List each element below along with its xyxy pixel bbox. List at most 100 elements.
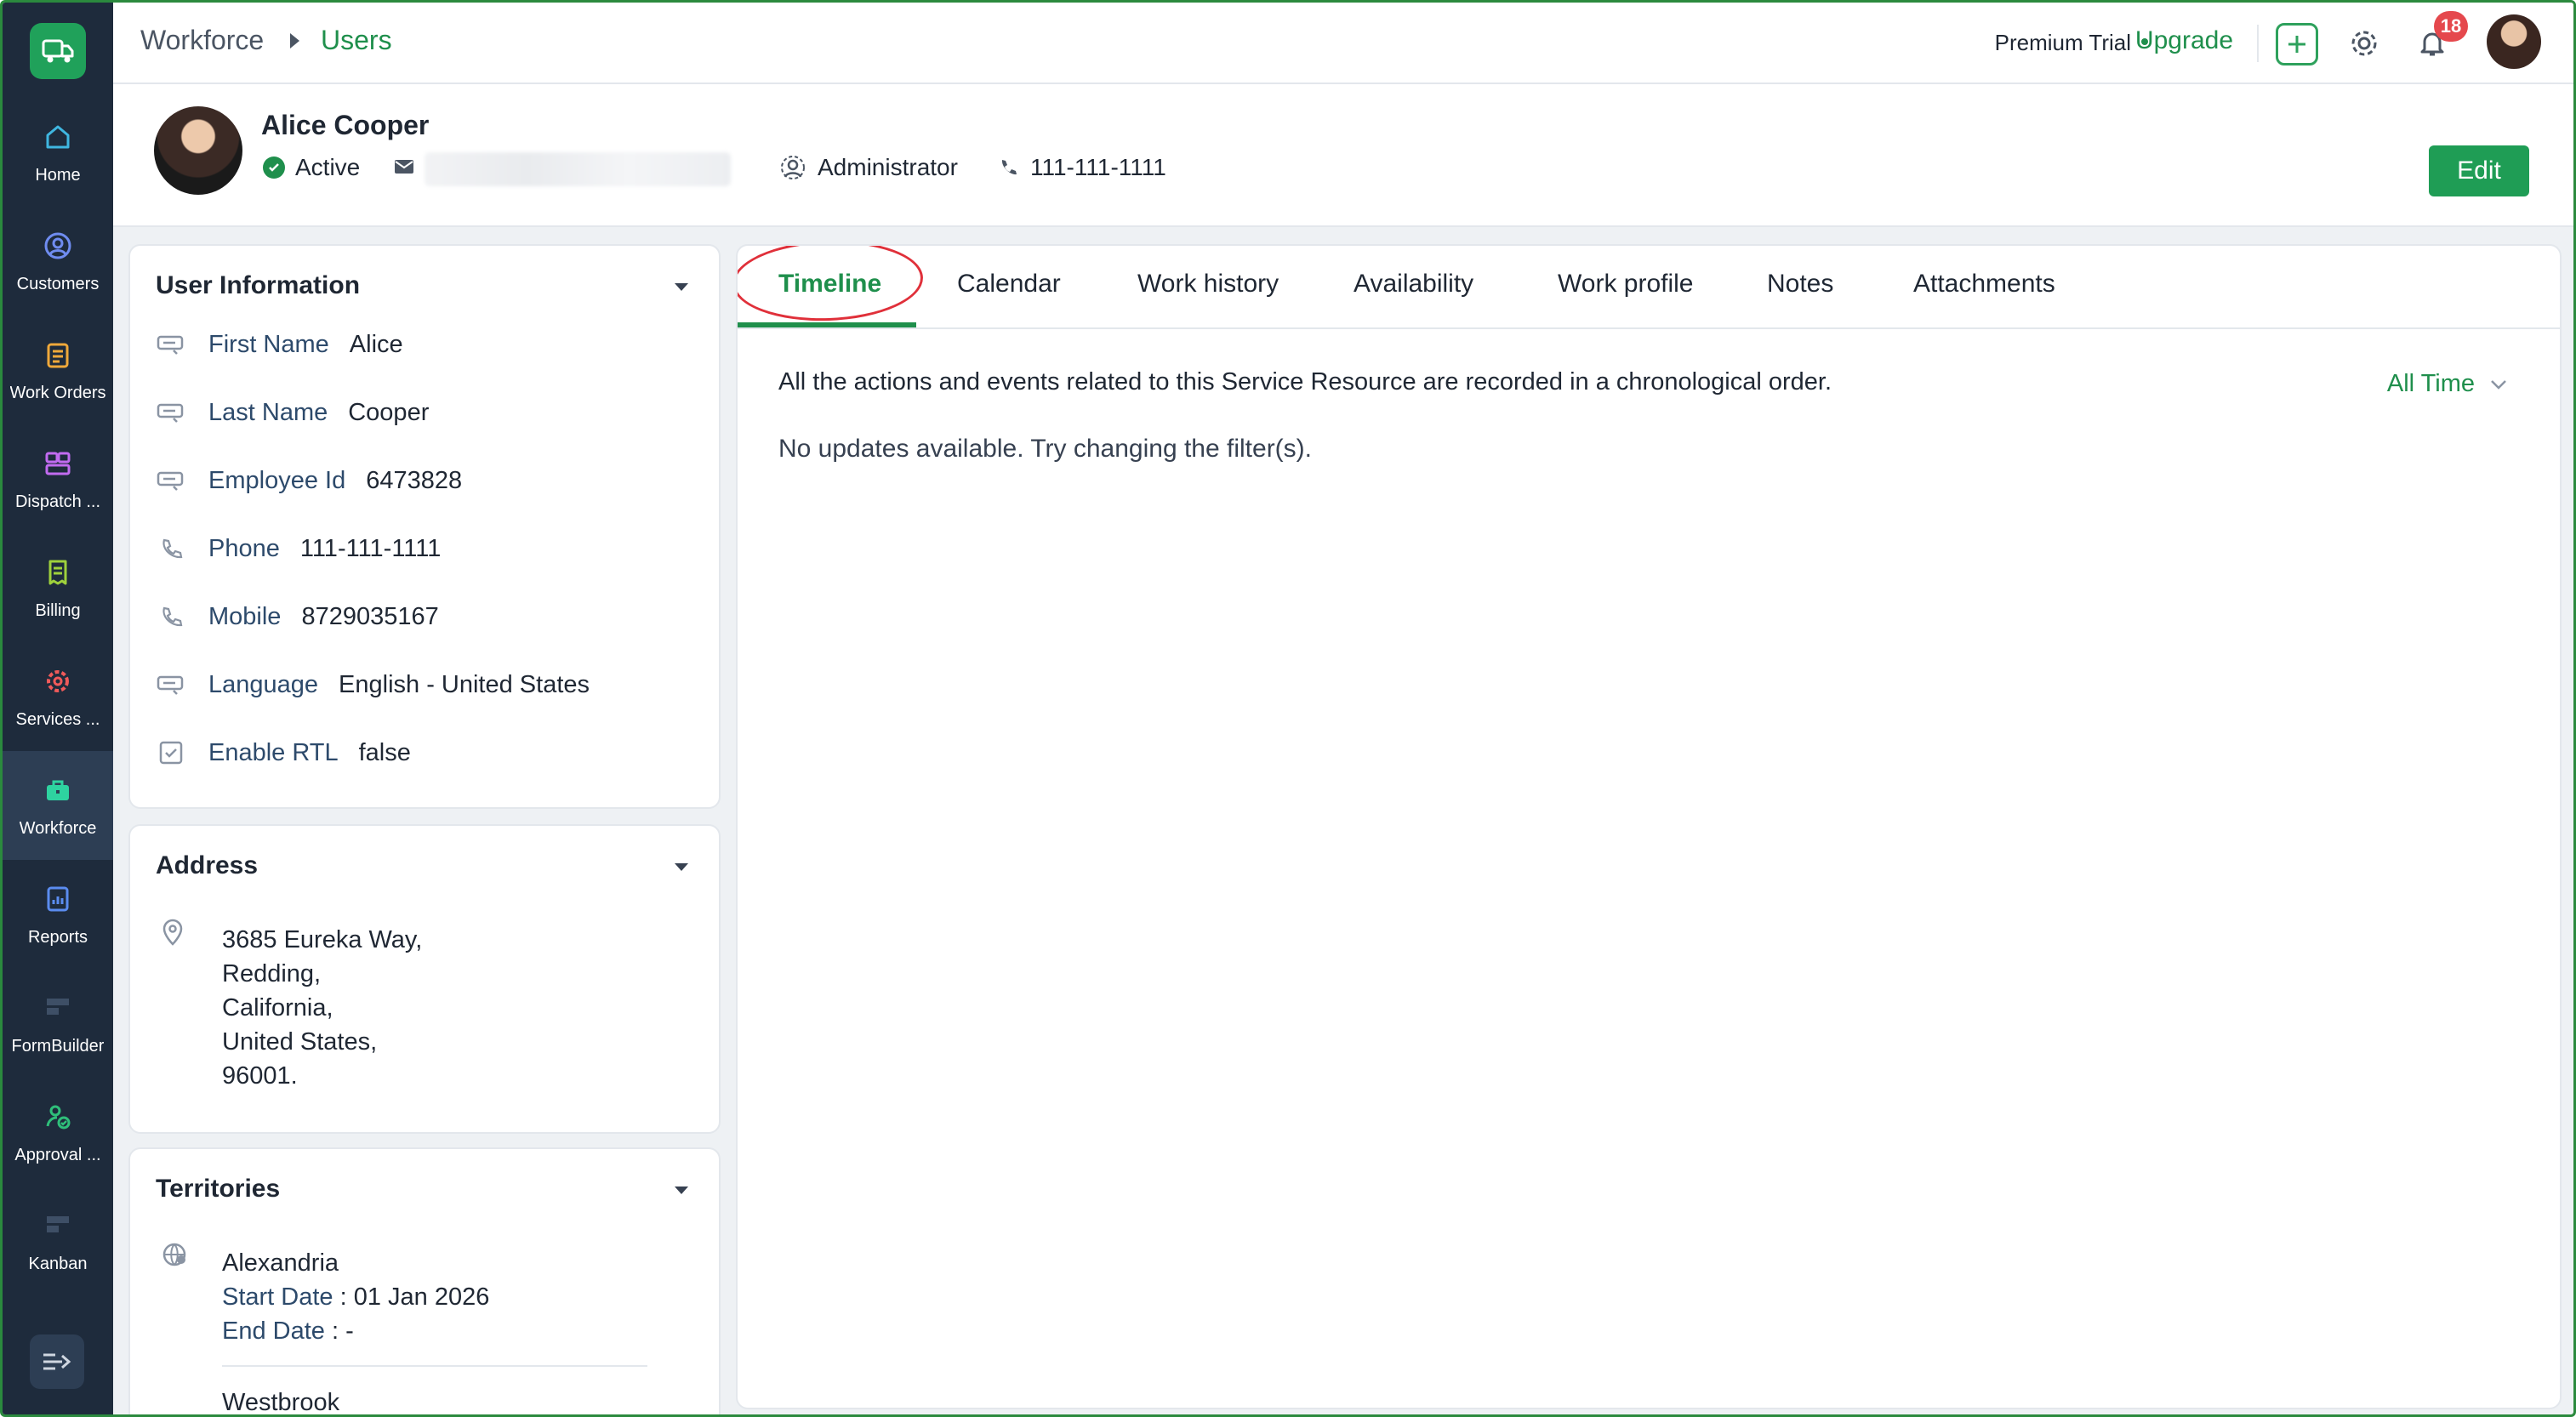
sidebar-item-workforce[interactable]: Workforce (3, 751, 113, 860)
field-last-name: Last Name Cooper (156, 397, 429, 428)
customers-icon (41, 229, 75, 263)
time-filter-dropdown[interactable]: All Time (2387, 370, 2507, 398)
phone-icon (156, 601, 186, 632)
mail-icon (394, 159, 414, 179)
text-field-icon (156, 329, 186, 360)
address-line: Redding, (222, 960, 322, 987)
services-icon (41, 664, 75, 698)
approval-icon (41, 1100, 75, 1134)
settings-button[interactable] (2349, 28, 2379, 63)
territories-card: Territories Alexandria Start Date : 01 J… (128, 1147, 721, 1416)
breadcrumb-separator-icon (290, 33, 299, 48)
tab-availability[interactable]: Availability (1354, 270, 1473, 299)
sidebar-item-label: Approval ... (14, 1145, 101, 1164)
sidebar-item-label: Work Orders (9, 383, 106, 402)
divider (222, 1365, 647, 1367)
address-line: 96001. (222, 1062, 298, 1090)
collapse-caret-icon[interactable] (675, 1187, 688, 1194)
field-value: Cooper (348, 398, 430, 426)
field-label: Enable RTL (208, 738, 339, 766)
empty-state-message: No updates available. Try changing the f… (778, 435, 1312, 463)
sidebar-item-kanban[interactable]: Kanban (3, 1187, 113, 1295)
checkbox-icon (156, 737, 186, 768)
profile-status: Active (263, 154, 360, 181)
field-value: Alice (349, 330, 403, 358)
tab-work-profile[interactable]: Work profile (1558, 270, 1694, 299)
top-bar: Workforce Users Premium Trial Upgrade 18 (113, 3, 2573, 84)
field-first-name: First Name Alice (156, 329, 403, 360)
field-value: English - United States (339, 670, 590, 698)
kanban-icon (41, 1209, 75, 1243)
upgrade-link[interactable]: Upgrade (2135, 26, 2233, 55)
home-icon (41, 120, 75, 154)
profile-phone: 111-111-1111 (998, 154, 1166, 181)
address-line: United States, (222, 1028, 378, 1056)
formbuilder-icon (41, 991, 75, 1025)
field-value: 8729035167 (301, 602, 439, 630)
tab-work-history[interactable]: Work history (1137, 270, 1279, 299)
role-text: Administrator (818, 154, 958, 180)
sidebar-item-label: Home (35, 165, 81, 185)
chevron-down-icon (2491, 379, 2506, 390)
address-card: Address 3685 Eureka Way, Redding, Califo… (128, 824, 721, 1134)
expand-arrow-icon (43, 1353, 71, 1370)
annotation-circle (738, 246, 925, 324)
sidebar-item-reports[interactable]: Reports (3, 860, 113, 969)
sidebar-item-customers[interactable]: Customers (3, 207, 113, 316)
app-logo[interactable] (30, 23, 86, 79)
card-title: User Information (156, 271, 361, 299)
card-title: Territories (156, 1175, 281, 1203)
billing-icon (41, 555, 75, 589)
breadcrumb-users: Users (321, 25, 392, 55)
field-value: 111-111-1111 (299, 534, 442, 562)
app-window: Home Customers Work Orders Dispatch ... (0, 0, 2576, 1417)
sidebar-item-dispatch[interactable]: Dispatch ... (3, 424, 113, 533)
edit-button[interactable]: Edit (2429, 145, 2529, 196)
sidebar-item-home[interactable]: Home (3, 98, 113, 207)
sidebar-item-billing[interactable]: Billing (3, 533, 113, 642)
sidebar-item-label: Workforce (19, 818, 97, 838)
field-label: First Name (208, 330, 329, 358)
profile-role: Administrator (780, 154, 958, 181)
sidebar-item-label: Services ... (15, 709, 100, 729)
tab-attachments[interactable]: Attachments (1913, 270, 2055, 299)
start-date-value: : 01 Jan 2026 (333, 1283, 490, 1311)
breadcrumb-workforce[interactable]: Workforce (140, 25, 264, 56)
collapse-caret-icon[interactable] (675, 863, 688, 871)
sidebar-item-label: Reports (27, 927, 88, 947)
field-label: Mobile (208, 602, 282, 630)
sidebar: Home Customers Work Orders Dispatch ... (3, 3, 113, 1414)
field-label: Last Name (208, 398, 328, 426)
end-date-value: : - (324, 1317, 354, 1345)
territory-name: Westbrook (222, 1389, 340, 1416)
sidebar-expand-button[interactable] (30, 1334, 84, 1389)
phone-text: 111-111-1111 (1030, 154, 1166, 180)
sidebar-item-work-orders[interactable]: Work Orders (3, 316, 113, 424)
address-line: 3685 Eureka Way, (222, 926, 423, 953)
territory-end-date: End Date : - (222, 1317, 354, 1346)
sidebar-item-approval[interactable]: Approval ... (3, 1078, 113, 1187)
tab-notes[interactable]: Notes (1767, 270, 1833, 299)
territory-start-date: Start Date : 01 Jan 2026 (222, 1283, 489, 1312)
user-avatar[interactable] (2487, 14, 2541, 69)
plus-icon (2288, 36, 2305, 53)
sidebar-item-formbuilder[interactable]: FormBuilder (3, 969, 113, 1078)
filter-label: All Time (2386, 370, 2475, 397)
timeline-description: All the actions and events related to th… (778, 368, 1832, 396)
reports-icon (41, 882, 75, 916)
collapse-caret-icon[interactable] (675, 283, 688, 291)
plan-label: Premium Trial (1994, 30, 2131, 55)
card-title: Address (156, 851, 259, 879)
status-text: Active (295, 154, 361, 180)
gear-icon (2351, 31, 2377, 56)
phone-icon (1001, 160, 1017, 175)
tab-calendar[interactable]: Calendar (957, 270, 1061, 299)
tab-bar: Timeline Calendar Work history Availabil… (738, 246, 2560, 329)
quick-create-button[interactable] (2276, 23, 2318, 65)
text-field-icon (156, 669, 186, 700)
sidebar-item-services[interactable]: Services ... (3, 642, 113, 751)
address-line: California, (222, 994, 333, 1021)
end-date-label: End Date (222, 1317, 325, 1345)
timeline-panel: Timeline Calendar Work history Availabil… (736, 244, 2562, 1409)
user-information-card: User Information First Name Alice Last N… (128, 244, 721, 809)
